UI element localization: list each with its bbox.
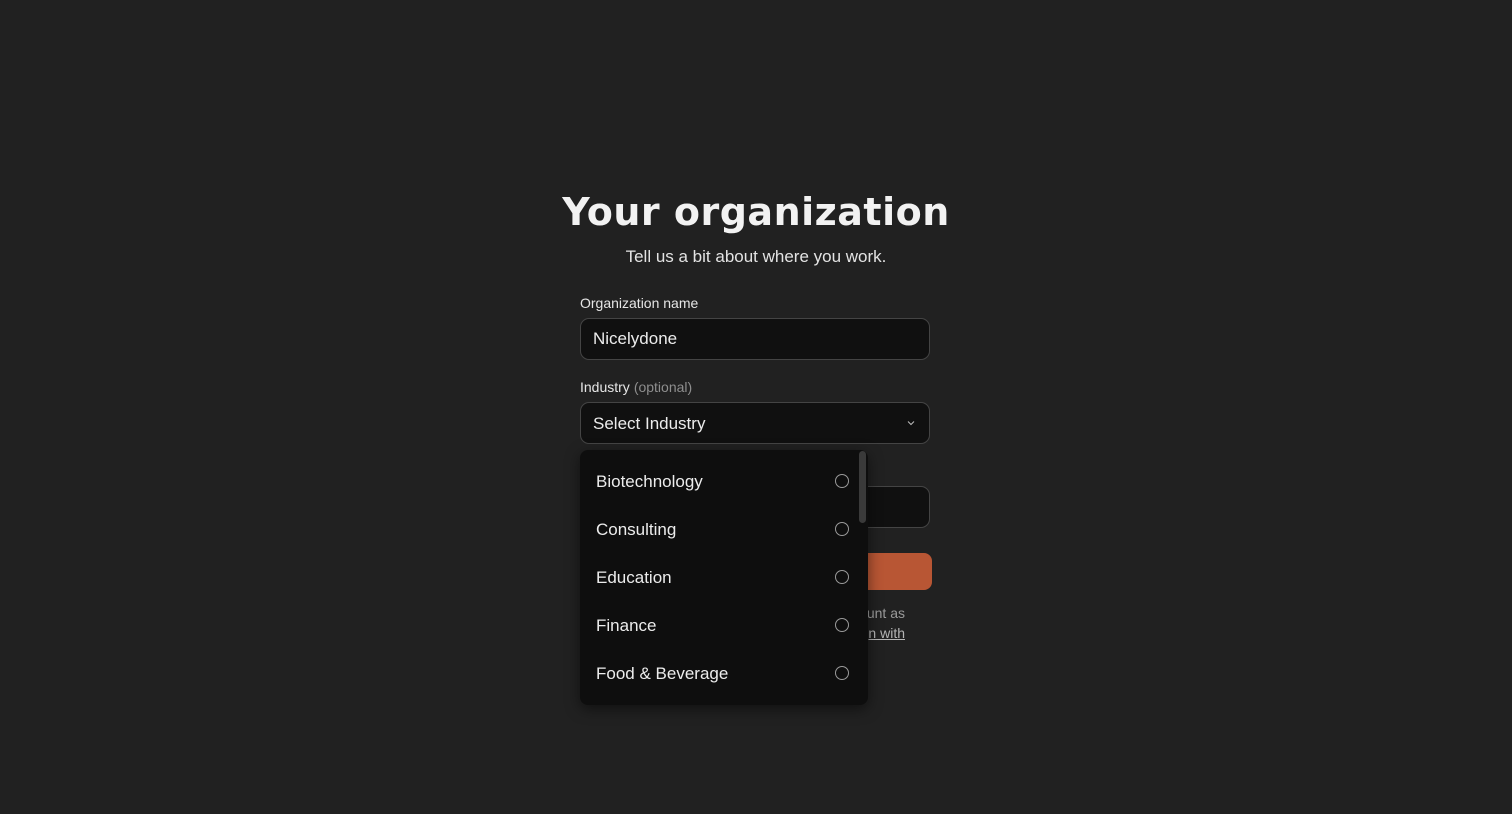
industry-label-text: Industry	[580, 379, 630, 395]
industry-option-label: Biotechnology	[596, 472, 703, 491]
industry-label: Industry (optional)	[580, 379, 692, 395]
page-title: Your organization	[562, 190, 950, 234]
industry-select[interactable]: Select Industry	[580, 402, 930, 444]
dropdown-scrollbar[interactable]	[859, 451, 866, 523]
chevron-down-icon	[907, 421, 915, 426]
industry-optional-hint: (optional)	[633, 379, 693, 395]
industry-option[interactable]: Education	[580, 554, 868, 602]
industry-option[interactable]: Consulting	[580, 506, 868, 554]
radio-unchecked-icon[interactable]	[835, 666, 849, 680]
radio-unchecked-icon[interactable]	[835, 522, 849, 536]
onboarding-page: Your organization Tell us a bit about wh…	[0, 0, 1512, 814]
org-name-field[interactable]	[580, 318, 930, 360]
industry-dropdown: Biotechnology Consulting Education Finan…	[580, 450, 868, 705]
industry-select-value: Select Industry	[593, 414, 706, 433]
industry-option[interactable]: Finance	[580, 602, 868, 650]
industry-option-label: Finance	[596, 616, 657, 635]
industry-option[interactable]: Biotechnology	[580, 458, 868, 506]
org-name-input[interactable]	[581, 319, 901, 359]
industry-option-label: Food & Beverage	[596, 664, 729, 683]
radio-unchecked-icon[interactable]	[835, 618, 849, 632]
industry-options-list: Biotechnology Consulting Education Finan…	[580, 458, 868, 698]
org-name-label: Organization name	[580, 295, 698, 311]
org-name-label-text: Organization name	[580, 295, 699, 311]
page-subtitle: Tell us a bit about where you work.	[625, 247, 887, 266]
industry-option[interactable]: Food & Beverage	[580, 650, 868, 698]
radio-unchecked-icon[interactable]	[835, 570, 849, 584]
radio-unchecked-icon[interactable]	[835, 474, 849, 488]
industry-option-label: Consulting	[596, 520, 677, 539]
industry-option-label: Education	[596, 568, 672, 587]
footnote-link[interactable]: n with	[868, 625, 905, 641]
